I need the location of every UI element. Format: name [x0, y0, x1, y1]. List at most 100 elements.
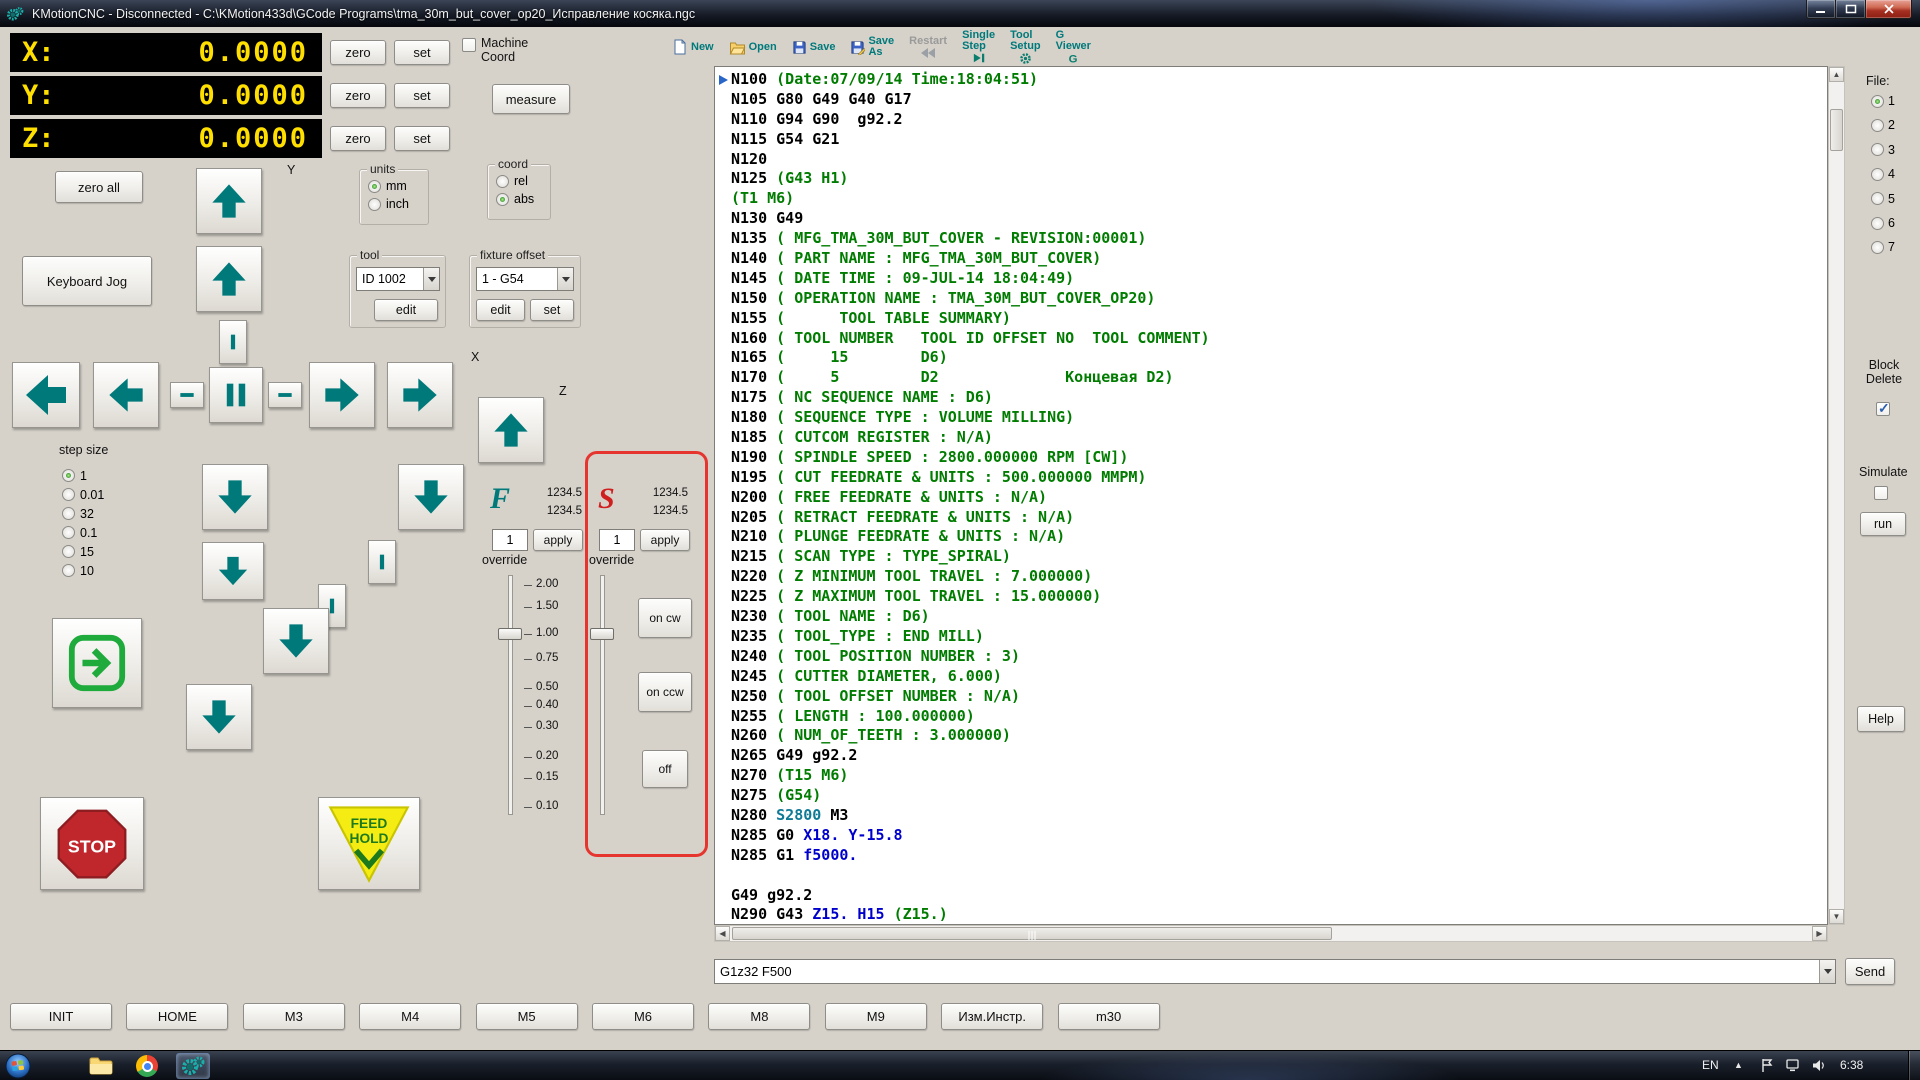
units-inch-option[interactable]: inch [368, 197, 428, 211]
feed-override-slider[interactable] [508, 575, 513, 815]
file-radio-2[interactable]: 2 [1871, 118, 1895, 132]
block-delete-checkbox[interactable] [1876, 402, 1890, 416]
gcode-hscrollbar[interactable]: ◀ ▶ [714, 925, 1828, 942]
send-button[interactable]: Send [1845, 958, 1895, 985]
scroll-left-icon[interactable]: ◀ [715, 926, 730, 941]
scroll-right-icon[interactable]: ▶ [1812, 926, 1827, 941]
restart-button[interactable]: Restart [909, 36, 947, 59]
simulate-checkbox[interactable] [1874, 486, 1888, 500]
maximize-button[interactable] [1836, 0, 1866, 19]
coord-rel-option[interactable]: rel [496, 174, 550, 188]
step-size-option[interactable]: 15 [62, 542, 104, 561]
file-radio-3[interactable]: 3 [1871, 143, 1895, 157]
spindle-off-button[interactable]: off [642, 750, 688, 788]
radio-icon[interactable] [1871, 143, 1884, 156]
start-button[interactable] [4, 1052, 31, 1079]
file-radio-1[interactable]: 1 [1871, 94, 1895, 108]
spindle-override-slider[interactable] [600, 575, 605, 815]
gcode-hscrollbar-thumb[interactable] [732, 927, 1332, 940]
macro-button-2[interactable]: HOME [126, 1003, 228, 1030]
jog-pause-button[interactable] [209, 367, 263, 423]
jog-y-minus-button[interactable] [202, 464, 268, 530]
jog-x-minus-button[interactable] [93, 362, 159, 428]
macro-button-5[interactable]: M5 [476, 1003, 578, 1030]
stop-button[interactable]: STOP [40, 797, 144, 890]
macro-button-10[interactable]: m30 [1058, 1003, 1160, 1030]
measure-button[interactable]: measure [492, 84, 570, 114]
set-z-button[interactable]: set [394, 126, 450, 151]
open-button[interactable]: Open [729, 40, 777, 55]
radio-icon[interactable] [62, 488, 75, 501]
feed-override-input[interactable]: 1 [492, 529, 528, 551]
jog-x-plus-button[interactable] [309, 362, 375, 428]
save-as-button[interactable]: Save As [850, 36, 894, 58]
radio-icon[interactable] [62, 526, 75, 539]
coord-abs-option[interactable]: abs [496, 192, 550, 206]
tool-select[interactable]: ID 1002 [356, 267, 440, 291]
zero-y-button[interactable]: zero [330, 83, 386, 108]
step-size-option[interactable]: 0.1 [62, 523, 104, 542]
feed-apply-button[interactable]: apply [533, 529, 583, 551]
step-size-option[interactable]: 32 [62, 504, 104, 523]
jog-z-minus-button[interactable] [398, 464, 464, 530]
scroll-down-icon[interactable]: ▼ [1829, 909, 1844, 924]
macro-button-6[interactable]: M6 [592, 1003, 694, 1030]
jog-x-minus-fast-button[interactable] [12, 362, 80, 428]
taskbar-chrome-button[interactable] [130, 1053, 164, 1079]
close-button[interactable] [1866, 0, 1912, 19]
tool-edit-button[interactable]: edit [374, 299, 438, 321]
minimize-button[interactable] [1806, 0, 1836, 19]
units-mm-option[interactable]: mm [368, 179, 428, 193]
radio-icon[interactable] [1871, 192, 1884, 205]
feed-hold-button[interactable]: FEED HOLD [318, 797, 420, 890]
action-center-flag-icon[interactable] [1760, 1058, 1774, 1078]
radio-icon[interactable] [62, 564, 75, 577]
spindle-on-cw-button[interactable]: on cw [638, 598, 692, 638]
help-button[interactable]: Help [1857, 706, 1905, 732]
taskbar-explorer-button[interactable] [84, 1053, 118, 1079]
radio-icon[interactable] [1871, 168, 1884, 181]
radio-icon[interactable] [368, 180, 381, 193]
spindle-on-ccw-button[interactable]: on ccw [638, 672, 692, 712]
dropdown-arrow-icon[interactable] [1819, 960, 1835, 983]
single-step-button[interactable]: Single Step [962, 30, 995, 64]
run-button[interactable]: run [1860, 512, 1906, 536]
macro-button-7[interactable]: M8 [708, 1003, 810, 1030]
zero-x-button[interactable]: zero [330, 40, 386, 65]
jog-y-step-button[interactable] [219, 320, 247, 364]
dropdown-arrow-icon[interactable] [423, 268, 439, 290]
radio-icon[interactable] [1871, 217, 1884, 230]
gcode-vscrollbar-thumb[interactable] [1830, 109, 1843, 151]
jog-z-plus-button[interactable] [478, 397, 544, 463]
radio-icon[interactable] [62, 545, 75, 558]
show-desktop-button[interactable] [1908, 1051, 1920, 1080]
spindle-override-input[interactable]: 1 [599, 529, 635, 551]
gcode-vscrollbar[interactable]: ▲ ▼ [1828, 66, 1845, 925]
radio-icon[interactable] [496, 175, 509, 188]
taskbar-kmotion-button[interactable] [176, 1053, 210, 1079]
new-button[interactable]: New [672, 39, 714, 55]
step-size-option[interactable]: 1 [62, 466, 104, 485]
macro-button-3[interactable]: M3 [243, 1003, 345, 1030]
macro-button-1[interactable]: INIT [10, 1003, 112, 1030]
file-radio-5[interactable]: 5 [1871, 192, 1895, 206]
macro-button-4[interactable]: M4 [359, 1003, 461, 1030]
spindle-override-slider-thumb[interactable] [590, 628, 614, 640]
mdi-command-value[interactable]: G1z32 F500 [715, 964, 1819, 979]
step-size-option[interactable]: 10 [62, 561, 104, 580]
g-viewer-button[interactable]: G ViewerG [1056, 30, 1091, 65]
jog-y-plus-fast-button[interactable] [196, 168, 262, 234]
mdi-command-combo[interactable]: G1z32 F500 [714, 959, 1836, 984]
fixture-set-button[interactable]: set [530, 299, 574, 321]
fixture-offset-select[interactable]: 1 - G54 [476, 267, 574, 291]
machine-coord-checkbox[interactable] [462, 38, 476, 52]
jog-down-diagonal-button[interactable] [263, 608, 329, 674]
keyboard-jog-button[interactable]: Keyboard Jog [22, 256, 152, 306]
radio-icon[interactable] [496, 193, 509, 206]
feed-override-slider-thumb[interactable] [498, 628, 522, 640]
jog-x-plus-fast-button[interactable] [387, 362, 453, 428]
zero-all-button[interactable]: zero all [55, 171, 143, 203]
jog-z-step-button[interactable] [368, 540, 396, 584]
clock[interactable]: 6:38 [1840, 1058, 1863, 1072]
language-indicator[interactable]: EN [1702, 1058, 1719, 1072]
